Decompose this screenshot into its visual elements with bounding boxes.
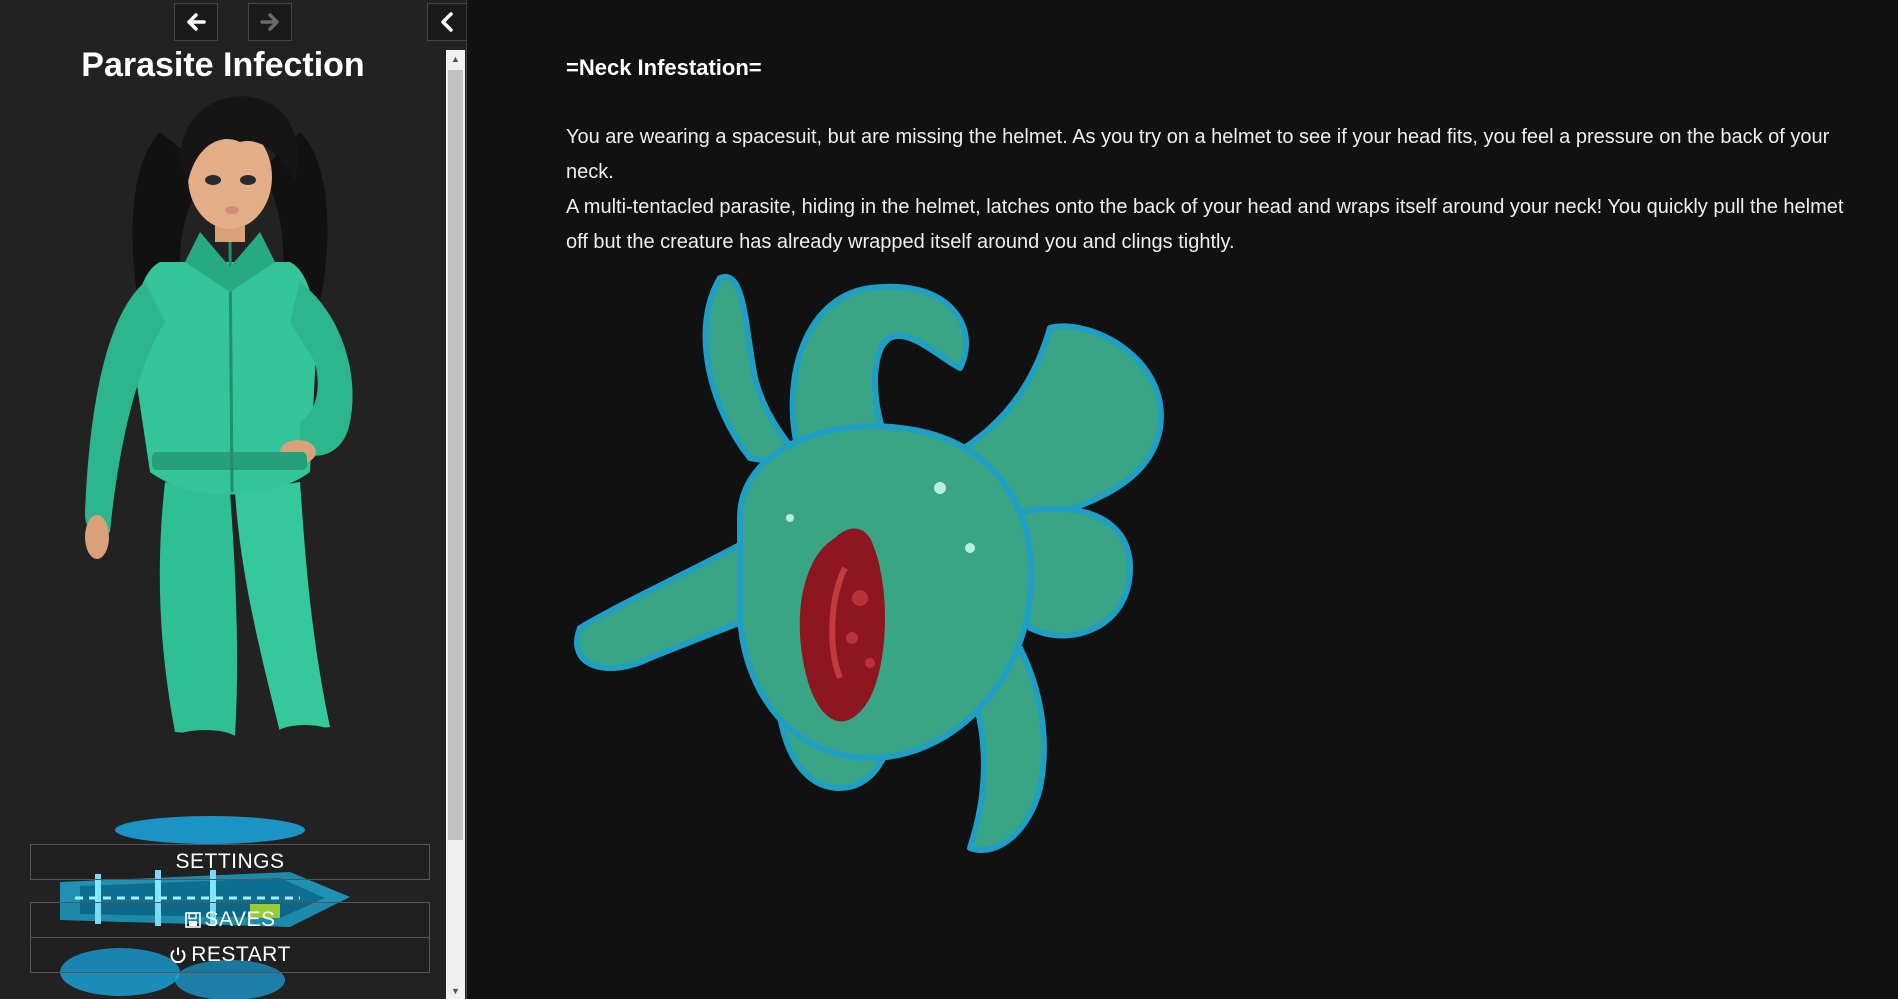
saves-label: SAVES [204, 908, 276, 931]
chevron-left-icon [441, 12, 453, 32]
sidebar-scrollbar[interactable]: ▲ ▼ [446, 50, 465, 999]
arrow-right-icon [260, 13, 279, 31]
power-icon [169, 946, 187, 964]
story-title: Parasite Infection [81, 46, 365, 84]
passage-paragraph: A multi-tentacled parasite, hiding in th… [566, 196, 1844, 253]
settings-button[interactable]: SETTINGS [30, 844, 430, 880]
passage-paragraph: You are wearing a spacesuit, but are mis… [566, 126, 1830, 183]
saves-button[interactable]: SAVES [30, 902, 430, 938]
history-back-button[interactable] [174, 3, 218, 41]
passage-content: =Neck Infestation= You are wearing a spa… [566, 50, 1846, 260]
scrollbar-thumb[interactable] [448, 70, 463, 840]
history-forward-button[interactable] [248, 3, 292, 41]
floppy-disk-icon [184, 912, 201, 928]
restart-label: RESTART [191, 943, 291, 966]
settings-label: SETTINGS [175, 850, 285, 873]
parasite-illustration [574, 273, 1164, 853]
scroll-up-icon[interactable]: ▲ [446, 50, 465, 67]
restart-button[interactable]: RESTART [30, 937, 430, 973]
sidebar: Parasite Infection SETTINGS SAVES RESTAR… [0, 0, 467, 999]
scroll-down-icon[interactable]: ▼ [446, 982, 465, 999]
arrow-left-icon [187, 13, 206, 31]
sidebar-toggle-button[interactable] [427, 3, 466, 41]
passage-heading: =Neck Infestation= [566, 55, 762, 80]
character-portrait [84, 96, 353, 754]
